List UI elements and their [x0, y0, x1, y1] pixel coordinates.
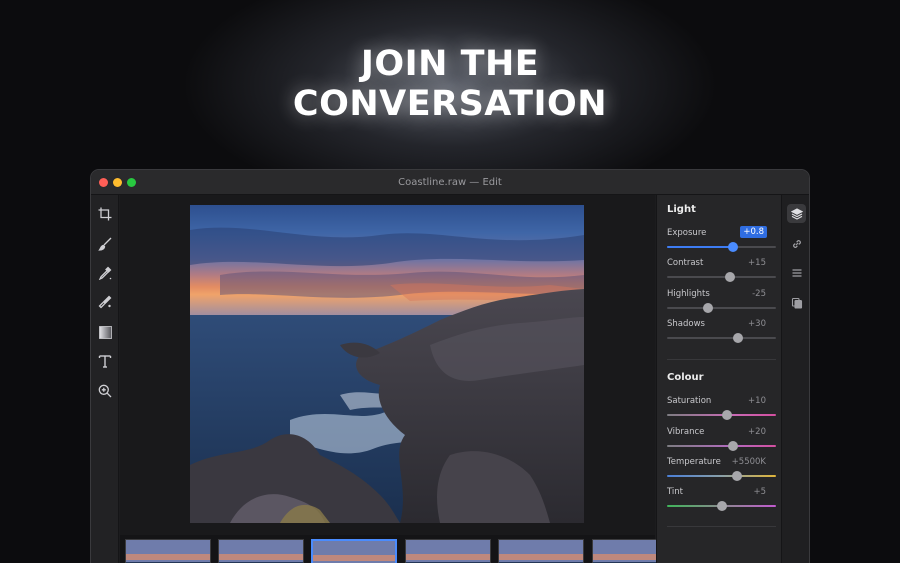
slider-label-exposure: Exposure [667, 228, 707, 238]
crop-icon[interactable] [97, 206, 113, 222]
section-title-light: Light [667, 204, 696, 215]
panel-switcher [781, 195, 809, 563]
slider-exposure[interactable] [667, 242, 776, 252]
slider-label-tint: Tint [667, 487, 684, 497]
filmstrip-thumbnail[interactable] [592, 539, 662, 563]
slider-knob[interactable] [716, 501, 727, 511]
brush-icon[interactable] [97, 236, 113, 252]
slider-knob[interactable] [725, 272, 736, 282]
slider-knob[interactable] [732, 333, 743, 343]
section-divider [667, 359, 776, 360]
headline-line-2: CONVERSATION [292, 84, 608, 124]
slider-label-vibrance: Vibrance [667, 427, 705, 437]
slider-shadows[interactable] [667, 333, 776, 343]
slider-highlights[interactable] [667, 303, 776, 313]
healing-icon[interactable] [97, 294, 113, 310]
section-divider [667, 526, 776, 527]
filmstrip-thumbnail-selected[interactable] [311, 539, 397, 563]
slider-contrast[interactable] [667, 272, 776, 282]
slider-value-tint: +5 [753, 487, 766, 497]
slider-knob[interactable] [731, 471, 742, 481]
slider-label-shadows: Shadows [667, 319, 705, 329]
slider-value-exposure[interactable]: +0.8 [740, 226, 767, 238]
slider-label-saturation: Saturation [667, 396, 712, 406]
slider-knob[interactable] [721, 410, 732, 420]
zoom-icon[interactable] [97, 383, 113, 399]
slider-label-temperature: Temperature [667, 457, 721, 467]
slider-tint[interactable] [667, 501, 776, 511]
headline-line-1: JOIN THE [360, 44, 540, 84]
slider-temperature[interactable] [667, 471, 776, 481]
text-icon[interactable] [97, 353, 113, 369]
copy-icon[interactable] [787, 293, 806, 312]
slider-value-contrast: +15 [748, 258, 766, 268]
link-icon[interactable] [787, 234, 806, 253]
filmstrip [120, 535, 662, 563]
filmstrip-thumbnail[interactable] [498, 539, 584, 563]
layers-icon[interactable] [787, 204, 806, 223]
slider-value-saturation: +10 [748, 396, 766, 406]
slider-value-temperature: +5500K [731, 457, 766, 467]
filmstrip-thumbnail[interactable] [405, 539, 491, 563]
tool-bar [91, 195, 119, 563]
photo-preview[interactable] [190, 205, 584, 523]
slider-label-contrast: Contrast [667, 258, 704, 268]
slider-label-highlights: Highlights [667, 289, 710, 299]
image-canvas[interactable] [120, 195, 655, 535]
adjustments-panel: Light Exposure +0.8 Contrast +15 Highlig… [656, 195, 781, 563]
filmstrip-thumbnail[interactable] [125, 539, 211, 563]
list-icon[interactable] [787, 263, 806, 282]
slider-saturation[interactable] [667, 410, 776, 420]
headline: JOIN THE CONVERSATION [0, 44, 900, 124]
slider-value-shadows: +30 [748, 319, 766, 329]
section-title-colour: Colour [667, 372, 704, 383]
filmstrip-thumbnail[interactable] [218, 539, 304, 563]
slider-fill [667, 246, 734, 248]
slider-knob[interactable] [728, 441, 739, 451]
dropper-icon[interactable] [97, 265, 113, 281]
slider-knob[interactable] [728, 242, 739, 252]
slider-vibrance[interactable] [667, 441, 776, 451]
title-bar: Coastline.raw — Edit [91, 170, 809, 195]
slider-knob[interactable] [702, 303, 713, 313]
slider-value-highlights: -25 [752, 289, 766, 299]
editor-window: Coastline.raw — Edit Light Exposure +0.8… [90, 169, 810, 563]
gradient-icon[interactable] [97, 324, 113, 340]
slider-value-vibrance: +20 [748, 427, 766, 437]
window-title: Coastline.raw — Edit [398, 177, 502, 188]
